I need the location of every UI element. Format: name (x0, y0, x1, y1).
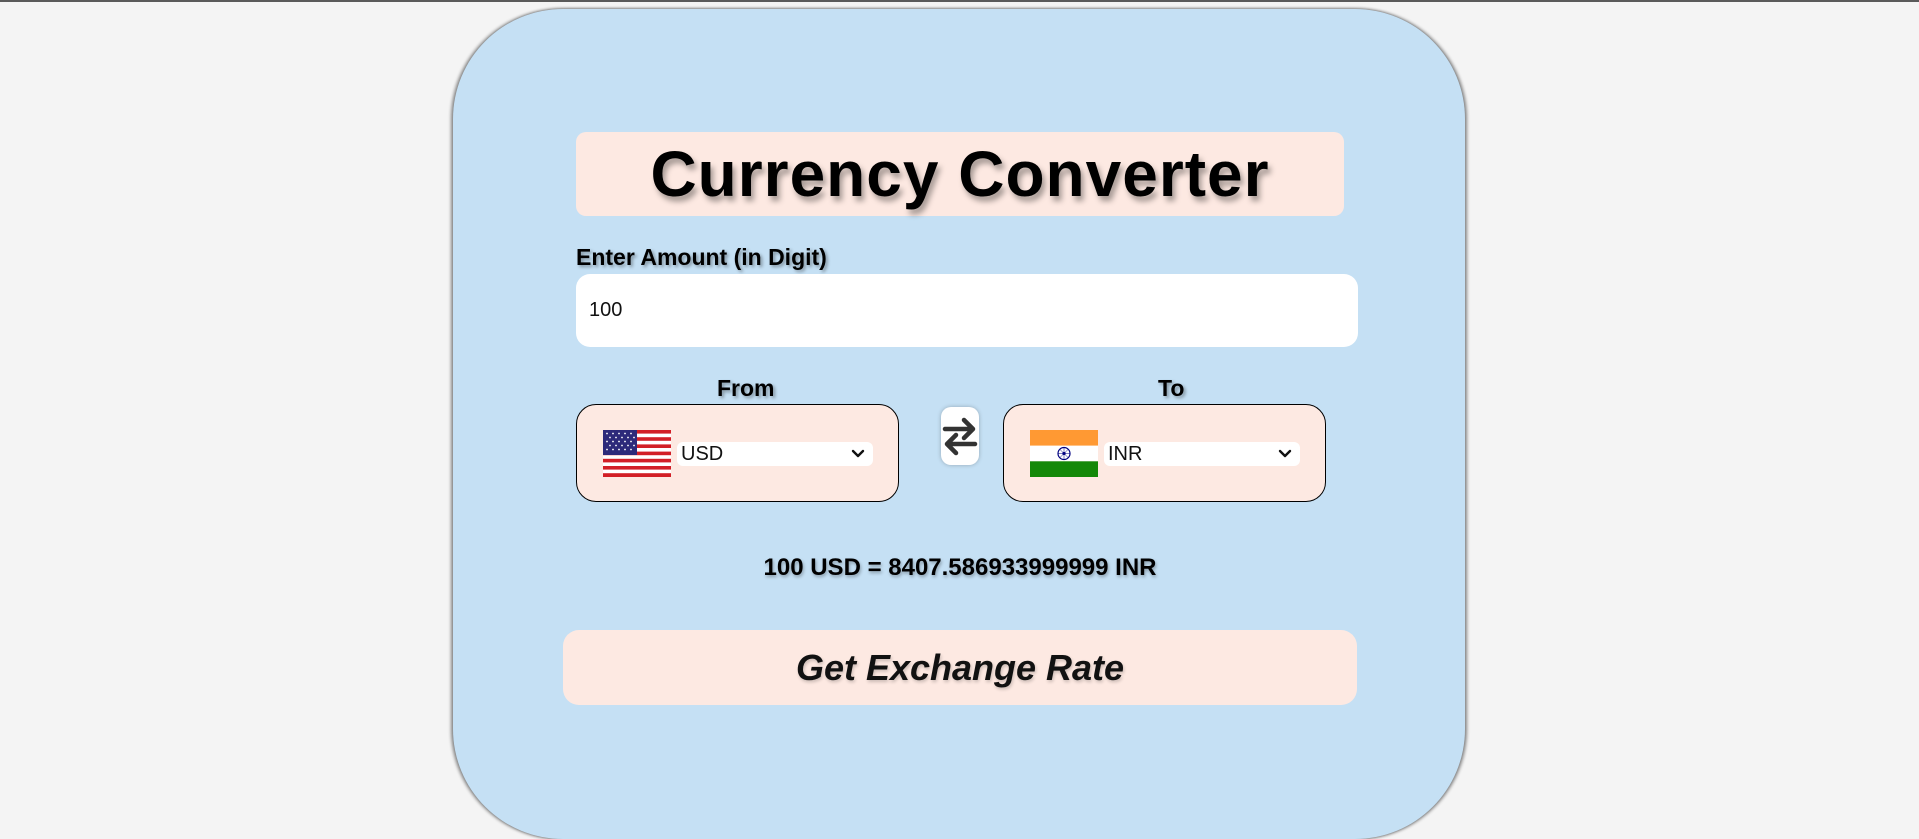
swap-arrows-icon (942, 417, 978, 456)
from-currency-value: USD (681, 442, 724, 465)
chevron-down-icon (1278, 449, 1292, 458)
amount-input[interactable] (576, 274, 1358, 347)
title-banner: Currency Converter (576, 132, 1344, 216)
to-currency-box: INR (1003, 404, 1326, 502)
us-flag-icon (603, 430, 671, 477)
conversion-result: 100 USD = 8407.586933999999 INR (763, 554, 1157, 581)
amount-label: Enter Amount (in Digit) (576, 244, 827, 270)
in-flag-icon (1030, 430, 1098, 477)
chevron-down-icon (851, 449, 865, 458)
swap-button[interactable] (941, 407, 979, 465)
to-currency-select[interactable]: INR (1104, 442, 1300, 466)
to-currency-value: INR (1108, 442, 1143, 465)
from-currency-select[interactable]: USD (677, 442, 873, 466)
from-currency-box: USD (576, 404, 899, 502)
page-title: Currency Converter (650, 138, 1270, 210)
from-label: From (717, 375, 775, 401)
to-label: To (1158, 375, 1185, 401)
get-exchange-rate-button[interactable]: Get Exchange Rate (563, 630, 1357, 705)
